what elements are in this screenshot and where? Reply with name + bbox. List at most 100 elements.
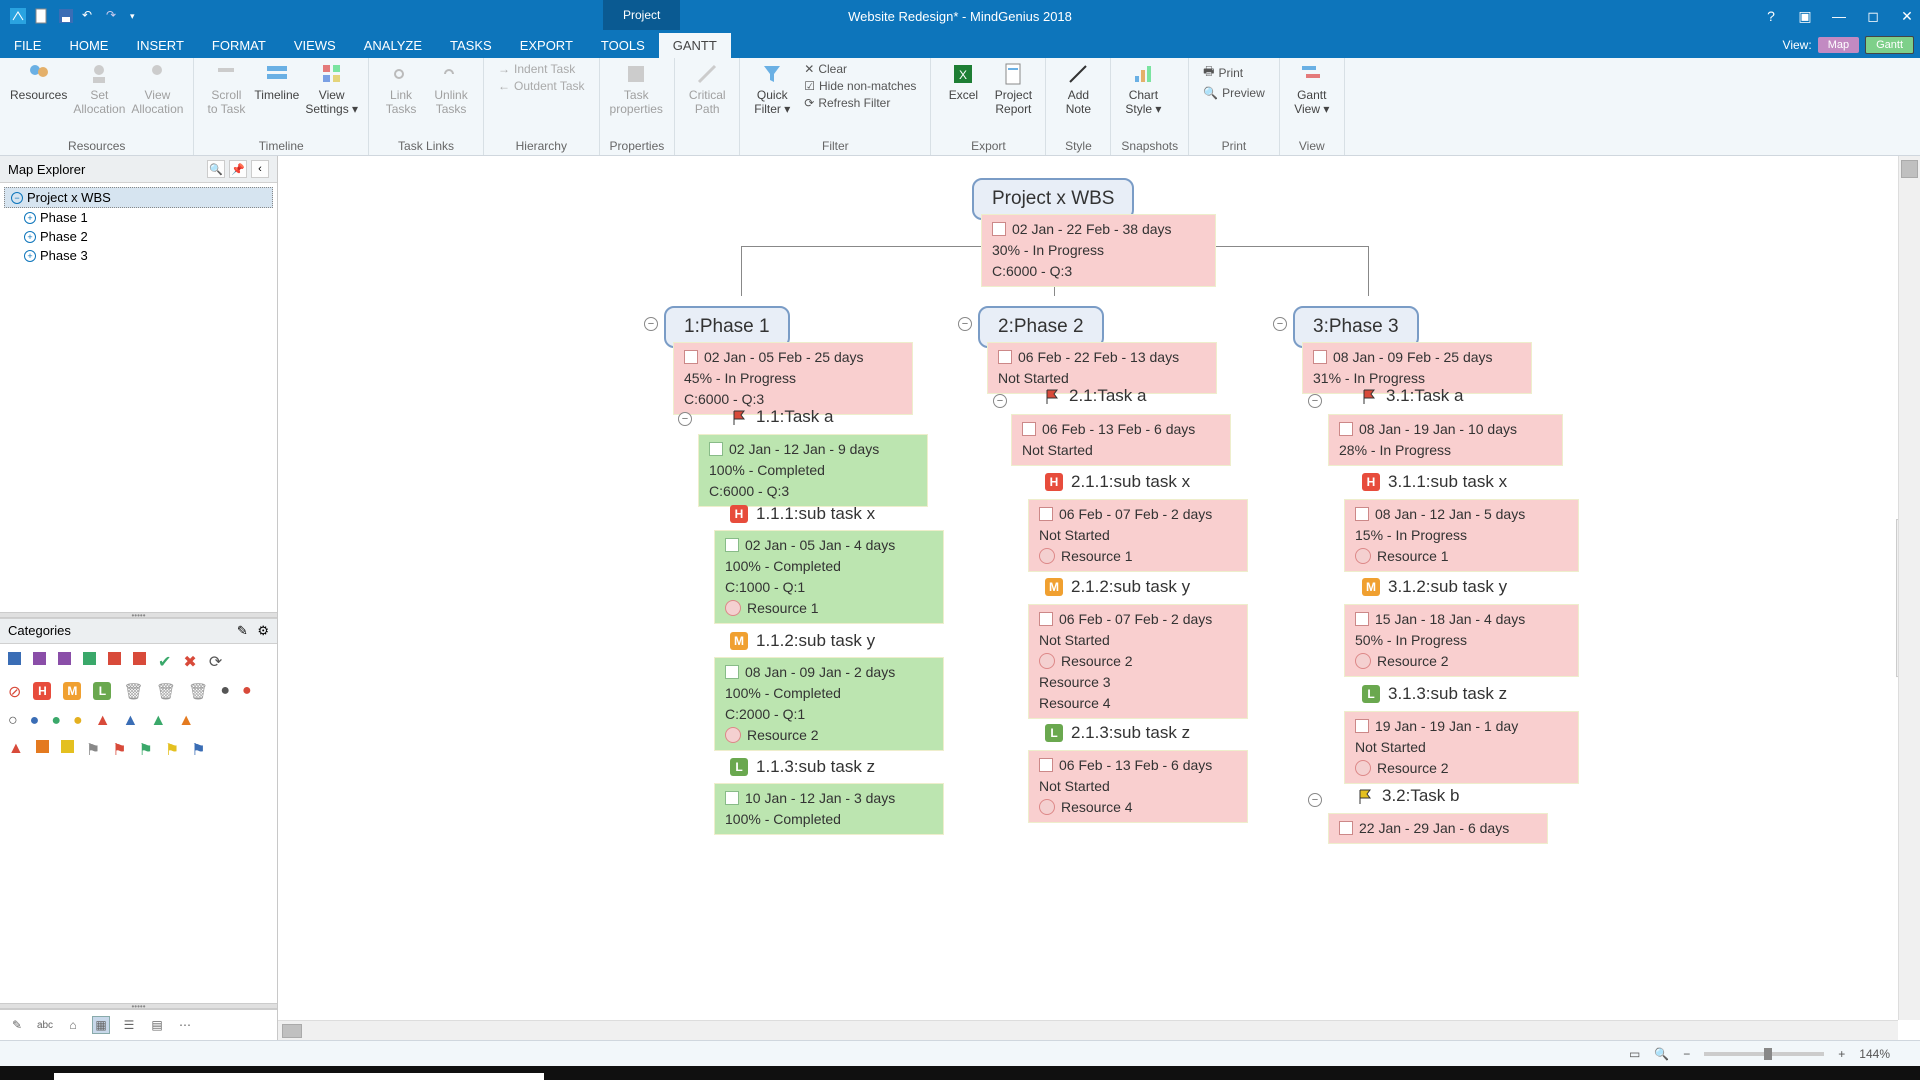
view-allocation-button[interactable]: View Allocation <box>131 62 183 117</box>
start-button[interactable] <box>0 1066 54 1080</box>
menu-tasks[interactable]: TASKS <box>436 33 506 58</box>
horizontal-scrollbar[interactable] <box>278 1020 1898 1040</box>
edit-icon[interactable]: ✎ <box>237 623 248 638</box>
pin-icon[interactable]: 📌 <box>229 160 247 178</box>
grid-view-icon[interactable]: ▦ <box>92 1016 110 1034</box>
save-icon[interactable] <box>58 8 74 24</box>
set-allocation-button[interactable]: Set Allocation <box>73 62 125 117</box>
home-icon[interactable]: ⌂ <box>64 1016 82 1034</box>
ribbon-options-icon[interactable]: ▣ <box>1797 8 1813 24</box>
node-t111[interactable]: H1.1.1:sub task x <box>730 504 875 524</box>
flag-blue-icon[interactable]: ⚑ <box>191 740 205 760</box>
node-t313[interactable]: L3.1.3:sub task z <box>1362 684 1507 704</box>
zoom-value[interactable]: 144% <box>1859 1047 1890 1061</box>
mindgenius-icon[interactable] <box>998 1066 1046 1080</box>
clear-filter-button[interactable]: ✕ Clear <box>800 62 920 76</box>
premiere-icon[interactable]: Pr <box>1098 1066 1146 1080</box>
x-icon[interactable]: ✖ <box>183 652 196 672</box>
excel-button[interactable]: XExcel <box>941 62 985 102</box>
vertical-scrollbar[interactable] <box>1898 156 1920 1020</box>
quick-filter-button[interactable]: Quick Filter ▾ <box>750 62 794 117</box>
flag-red-icon[interactable]: ⚑ <box>112 740 126 760</box>
overview-icon[interactable]: ▭ <box>1629 1047 1640 1061</box>
expand-icon[interactable]: + <box>24 231 36 243</box>
node-t311[interactable]: H3.1.1:sub task x <box>1362 472 1507 492</box>
tri-orange-icon[interactable]: ▲ <box>178 712 194 730</box>
tree-root[interactable]: −Project x WBS <box>4 187 273 208</box>
cat-square-red2[interactable] <box>133 652 146 665</box>
menu-export[interactable]: EXPORT <box>506 33 587 58</box>
collapse-toggle[interactable]: − <box>958 317 972 331</box>
link-tasks-button[interactable]: Link Tasks <box>379 62 423 117</box>
view-map-button[interactable]: Map <box>1818 37 1859 53</box>
node-t212[interactable]: M2.1.2:sub task y <box>1045 577 1190 597</box>
photoshop-icon[interactable]: Ps <box>848 1066 896 1080</box>
node-t31[interactable]: 3.1:Task a <box>1362 386 1464 406</box>
outdent-task-button[interactable]: ← Outdent Task <box>494 79 589 93</box>
collapse-toggle[interactable]: − <box>1308 394 1322 408</box>
cat-square-green[interactable] <box>83 652 96 665</box>
project-report-button[interactable]: Project Report <box>991 62 1035 117</box>
collapse-pane-icon[interactable]: ‹ <box>251 160 269 178</box>
dot-yellow-icon[interactable]: ● <box>73 712 83 730</box>
redo-icon[interactable]: ↷ <box>106 8 122 24</box>
trash2-icon[interactable]: 🗑 <box>156 682 176 702</box>
collapse-toggle[interactable]: − <box>1308 793 1322 807</box>
cat-square-purple[interactable] <box>33 652 46 665</box>
menu-insert[interactable]: INSERT <box>122 33 197 58</box>
menu-tools[interactable]: TOOLS <box>587 33 659 58</box>
tri-red-icon[interactable]: ▲ <box>95 712 111 730</box>
qat-dropdown-icon[interactable]: ▾ <box>130 11 135 22</box>
cat-square-purple2[interactable] <box>58 652 71 665</box>
no-entry-icon[interactable]: ⊘ <box>8 682 21 702</box>
zoom-slider[interactable] <box>1704 1052 1824 1056</box>
tree-item-phase2[interactable]: +Phase 2 <box>4 227 273 246</box>
tri-blue-icon[interactable]: ▲ <box>123 712 139 730</box>
app-icon-grey[interactable]: ▥ <box>1048 1066 1096 1080</box>
menu-format[interactable]: FORMAT <box>198 33 280 58</box>
print-button[interactable]: 🖶 Print <box>1199 62 1269 83</box>
hide-nonmatches-checkbox[interactable]: ☑ Hide non-matches <box>800 79 920 93</box>
node-t312[interactable]: M3.1.2:sub task y <box>1362 577 1507 597</box>
cat-square-red[interactable] <box>108 652 121 665</box>
dot-green-icon[interactable]: ● <box>51 712 61 730</box>
trash-icon[interactable]: 🗑 <box>123 682 143 702</box>
collapse-toggle[interactable]: − <box>993 394 1007 408</box>
pencil-tool-icon[interactable]: ✎ <box>8 1016 26 1034</box>
collapse-toggle[interactable]: − <box>678 412 692 426</box>
menu-gantt[interactable]: GANTT <box>659 33 731 58</box>
node-t211[interactable]: H2.1.1:sub task x <box>1045 472 1190 492</box>
more-icon[interactable]: ⋯ <box>176 1016 194 1034</box>
chart-style-button[interactable]: Chart Style ▾ <box>1121 62 1165 117</box>
search-icon[interactable]: 🔍 <box>207 160 225 178</box>
indent-task-button[interactable]: → Indent Task <box>494 62 589 76</box>
explorer-icon[interactable]: 📁 <box>598 1066 646 1080</box>
calc-icon[interactable]: ⊞ <box>698 1066 746 1080</box>
trash3-icon[interactable]: 🗑 <box>188 682 208 702</box>
categories-options-icon[interactable]: ⚙ <box>257 623 269 638</box>
abc-tool-icon[interactable]: abc <box>36 1016 54 1034</box>
task-properties-button[interactable]: Task properties <box>610 62 663 117</box>
tri-green-icon[interactable]: ▲ <box>150 712 166 730</box>
menu-file[interactable]: FILE <box>0 33 55 58</box>
new-icon[interactable] <box>34 8 50 24</box>
flag-yellow-icon[interactable]: ⚑ <box>165 740 179 760</box>
priority-h-icon[interactable]: H <box>33 682 51 700</box>
timeline-button[interactable]: Timeline <box>254 62 299 102</box>
flag-outline-icon[interactable]: ⚑ <box>86 740 100 760</box>
tri2-icon[interactable]: ▲ <box>8 740 24 760</box>
preview-button[interactable]: 🔍 Preview <box>1199 86 1269 100</box>
check-icon[interactable]: ✔ <box>158 652 171 672</box>
dot-blue-icon[interactable]: ● <box>30 712 40 730</box>
taskbar-search[interactable]: Type here to search 🎤 <box>54 1073 544 1080</box>
cat-square-yellow[interactable] <box>61 740 74 753</box>
collapse-toggle[interactable]: − <box>644 317 658 331</box>
view-gantt-button[interactable]: Gantt <box>1865 36 1914 54</box>
collapse-toggle[interactable]: − <box>1273 317 1287 331</box>
node-t21[interactable]: 2.1:Task a <box>1045 386 1147 406</box>
node-t11[interactable]: 1.1:Task a <box>732 407 834 427</box>
tree-item-phase1[interactable]: +Phase 1 <box>4 208 273 227</box>
critical-path-button[interactable]: Critical Path <box>685 62 729 117</box>
refresh-icon[interactable]: ⟳ <box>209 652 222 672</box>
tree-item-phase3[interactable]: +Phase 3 <box>4 246 273 265</box>
